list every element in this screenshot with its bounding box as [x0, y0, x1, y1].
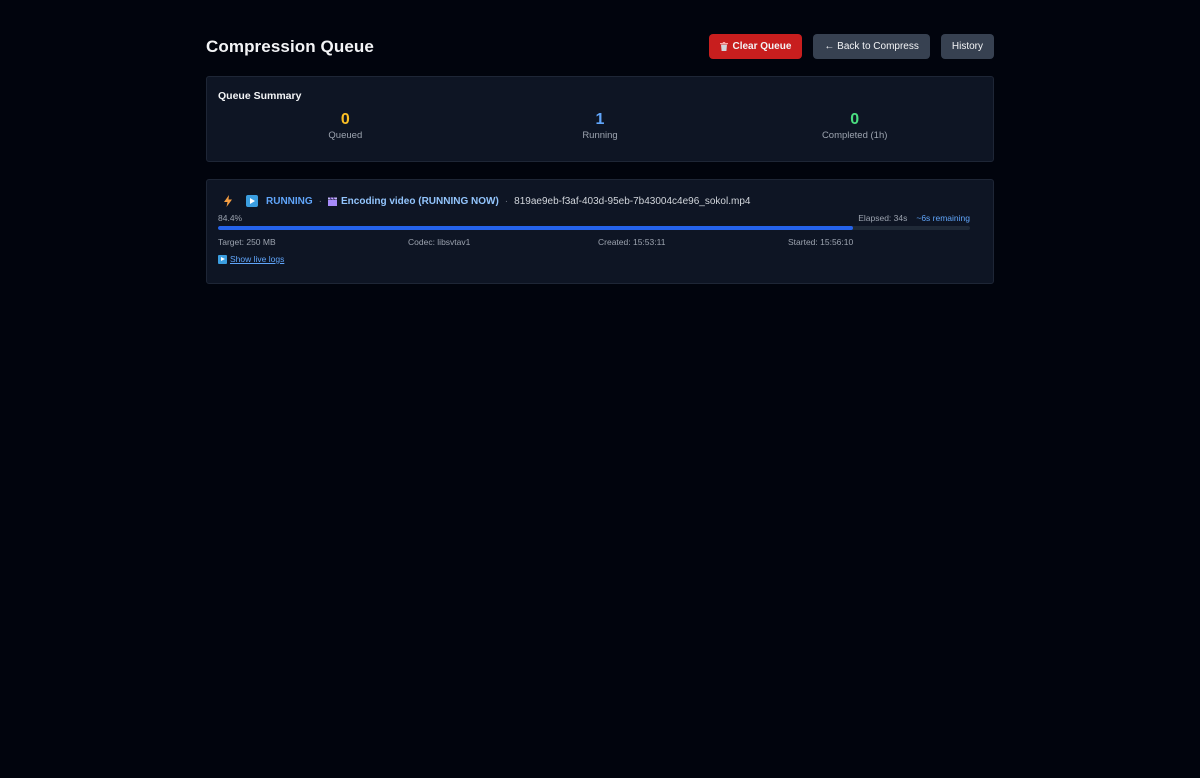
job-status: RUNNING: [266, 195, 313, 207]
page-header: Compression Queue Clear Queue ← Back to …: [206, 34, 994, 59]
progress-percent: 84.4%: [218, 213, 243, 223]
back-to-compress-label: ← Back to Compress: [824, 41, 919, 52]
separator: ·: [318, 195, 323, 207]
job-filename: 819ae9eb-f3af-403d-95eb-7b43004c4e96_sok…: [514, 195, 751, 207]
history-button[interactable]: History: [940, 34, 994, 59]
stat-running: 1 Running: [473, 111, 728, 141]
play-button-icon: [218, 254, 227, 264]
page-title: Compression Queue: [206, 36, 374, 56]
elapsed-time: Elapsed: 34s: [858, 213, 908, 223]
history-label: History: [951, 41, 983, 52]
lightning-bolt-icon: [223, 195, 233, 207]
queue-summary-card: Queue Summary 0 Queued 1 Running 0 Compl…: [206, 76, 994, 162]
job-created: Created: 15:53:11: [598, 237, 666, 247]
stat-queued-label: Queued: [328, 130, 363, 141]
stat-completed-value: 0: [850, 111, 860, 128]
progress-info: 84.4% Elapsed: 34s ~6s remaining: [218, 213, 970, 223]
stat-completed: 0 Completed (1h): [727, 111, 982, 141]
clear-queue-button[interactable]: Clear Queue: [709, 34, 803, 59]
trash-icon: [720, 42, 729, 51]
header-actions: Clear Queue ← Back to Compress History: [709, 34, 994, 59]
job-card: RUNNING · Encoding video (RUNNING NOW) ·…: [206, 179, 994, 284]
summary-stats: 0 Queued 1 Running 0 Completed (1h): [218, 111, 982, 141]
job-started: Started: 15:56:10: [788, 237, 854, 247]
stat-completed-label: Completed (1h): [821, 130, 888, 141]
stat-running-value: 1: [595, 111, 605, 128]
queue-page: Compression Queue Clear Queue ← Back to …: [206, 34, 994, 284]
clapperboard-icon: [328, 196, 338, 206]
stat-queued-value: 0: [340, 111, 350, 128]
progress-fill: [218, 226, 853, 230]
stat-running-label: Running: [582, 130, 618, 141]
job-target: Target: 250 MB: [218, 237, 276, 247]
job-meta: Target: 250 MB Codec: libsvtav1 Created:…: [218, 237, 978, 247]
summary-title: Queue Summary: [218, 90, 302, 102]
back-to-compress-button[interactable]: ← Back to Compress: [813, 34, 930, 59]
play-button-icon: [246, 195, 258, 207]
show-live-logs-link[interactable]: Show live logs: [218, 254, 284, 264]
remaining-time: ~6s remaining: [916, 213, 970, 223]
stat-queued: 0 Queued: [218, 111, 473, 141]
clear-queue-label: Clear Queue: [732, 41, 792, 52]
job-phase: Encoding video (RUNNING NOW): [341, 195, 499, 207]
job-header: RUNNING · Encoding video (RUNNING NOW) ·…: [218, 193, 982, 209]
job-codec: Codec: libsvtav1: [408, 237, 471, 247]
progress-bar: [218, 226, 970, 230]
separator: ·: [504, 195, 509, 207]
progress-timing: Elapsed: 34s ~6s remaining: [858, 213, 970, 223]
show-live-logs-label: Show live logs: [230, 254, 285, 264]
